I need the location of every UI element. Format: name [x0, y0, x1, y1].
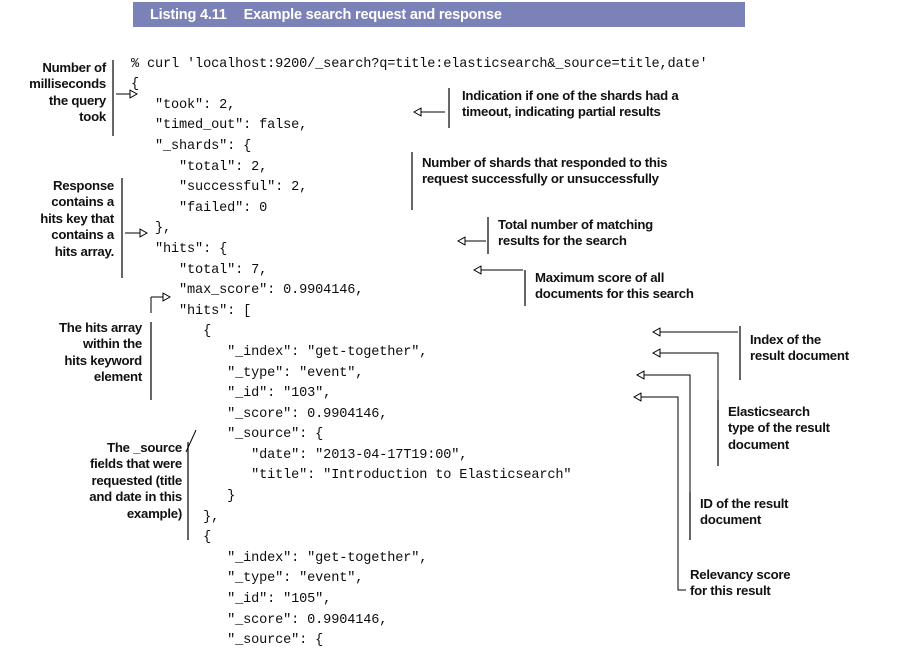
listing-number: Listing 4.11: [150, 6, 227, 23]
listing-title: Example search request and response: [243, 6, 502, 23]
annotation-type: Elasticsearch type of the result documen…: [728, 404, 830, 452]
annotation-score: Relevancy score for this result: [690, 567, 791, 599]
annotation-index: Index of the result document: [750, 332, 849, 364]
annotation-total-hits: Total number of matching results for the…: [498, 217, 653, 249]
annotation-timed-out: Indication if one of the shards had a ti…: [462, 88, 679, 120]
annotation-id: ID of the result document: [700, 496, 789, 528]
code-listing: % curl 'localhost:9200/_search?q=title:e…: [131, 56, 708, 649]
annotation-shards: Number of shards that responded to this …: [422, 155, 668, 187]
listing-header-bar: Listing 4.11 Example search request and …: [133, 2, 745, 27]
listing-figure: Listing 4.11 Example search request and …: [0, 0, 897, 648]
annotation-hits-array: The hits array within the hits keyword e…: [59, 320, 142, 385]
annotation-hits-key: Response contains a hits key that contai…: [40, 178, 114, 259]
annotation-took: Number of milliseconds the query took: [29, 60, 106, 125]
annotation-source-fields: The _source fields that were requested (…: [89, 440, 182, 521]
annotation-max-score: Maximum score of all documents for this …: [535, 270, 694, 302]
